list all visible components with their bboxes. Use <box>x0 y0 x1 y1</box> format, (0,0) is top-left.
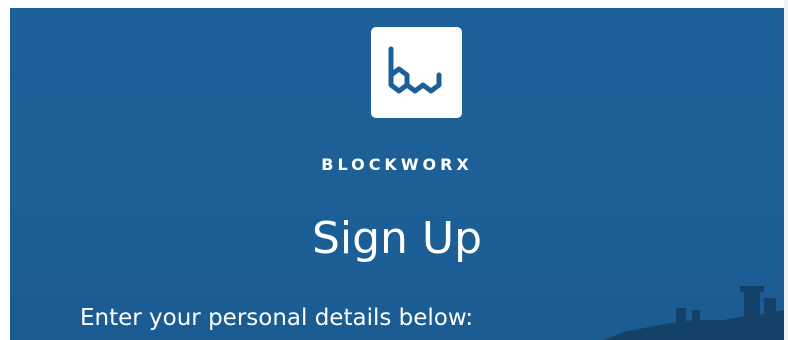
page-edge <box>784 0 788 340</box>
bw-logo-icon <box>388 46 442 94</box>
form-instructions: Enter your personal details below: <box>80 305 474 331</box>
brand-name: BLOCKWORX <box>321 155 473 174</box>
blockworx-logo <box>371 27 462 118</box>
city-skyline-decoration <box>604 286 784 340</box>
signup-panel: BLOCKWORX Sign Up Enter your personal de… <box>10 8 784 340</box>
page-title: Sign Up <box>311 213 483 264</box>
